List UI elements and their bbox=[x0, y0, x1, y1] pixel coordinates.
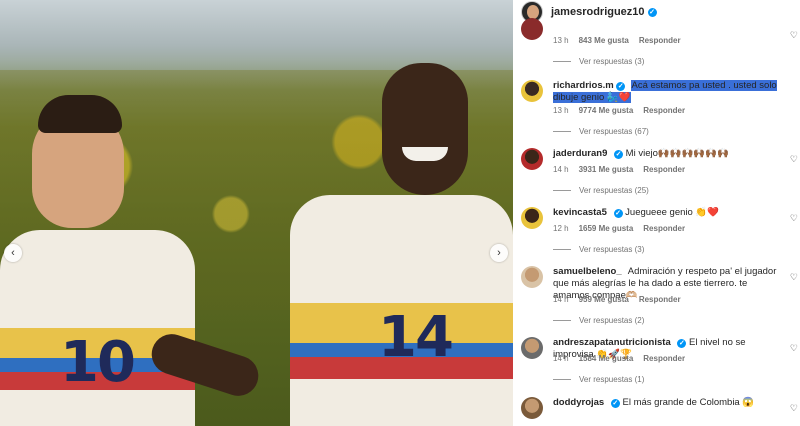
player-right: 14 bbox=[146, 55, 513, 426]
player-right-head bbox=[382, 63, 468, 195]
comment-item: andreszapatanutricionista ✓ El nivel no … bbox=[513, 337, 800, 387]
heart-icon[interactable]: ♡ bbox=[790, 272, 798, 283]
comment-avatar[interactable] bbox=[521, 80, 543, 102]
comment-meta: 14 h 3931 Me gusta Responder bbox=[553, 165, 686, 174]
comment-likes[interactable]: 3931 Me gusta bbox=[579, 165, 634, 174]
comment-avatar[interactable] bbox=[521, 266, 543, 288]
comment-meta: 12 h 1659 Me gusta Responder bbox=[553, 224, 686, 233]
comment-avatar[interactable] bbox=[521, 207, 543, 229]
comment-item: samuelbeleno_ Admiración y respeto pa' e… bbox=[513, 266, 800, 332]
comment-avatar[interactable] bbox=[521, 18, 543, 40]
player-right-smile bbox=[402, 147, 448, 161]
reply-button[interactable]: Responder bbox=[643, 224, 685, 233]
comment-item: jaderduran9 ✓ Mi viejo🙌🏾🙌🏾🙌🏾🙌🏾🙌🏾🙌🏾 14 h … bbox=[513, 148, 800, 198]
comment-username[interactable]: kevincasta5 bbox=[553, 207, 607, 218]
verified-badge-icon: ✓ bbox=[616, 82, 626, 91]
reply-button[interactable]: Responder bbox=[639, 36, 681, 45]
comment-text: Mi viejo🙌🏾🙌🏾🙌🏾🙌🏾🙌🏾🙌🏾 bbox=[625, 148, 729, 159]
verified-badge-icon: ✓ bbox=[614, 150, 624, 159]
verified-badge-icon: ✓ bbox=[613, 209, 623, 218]
heart-icon[interactable]: ♡ bbox=[790, 154, 798, 165]
reply-button[interactable]: Responder bbox=[639, 295, 681, 304]
author-username[interactable]: jamesrodriguez10 ✓ bbox=[551, 6, 657, 18]
post-header: jamesrodriguez10 ✓ bbox=[513, 0, 800, 24]
view-replies-button[interactable]: Ver respuestas (3) bbox=[553, 245, 644, 254]
comment-meta: 14 h 959 Me gusta Responder bbox=[553, 295, 681, 304]
view-replies-button[interactable]: Ver respuestas (67) bbox=[553, 127, 649, 136]
comment-item: kevincasta5 ✓ Juegueee genio 👏❤️ 12 h 16… bbox=[513, 207, 800, 257]
comment-avatar[interactable] bbox=[521, 397, 543, 419]
heart-icon[interactable]: ♡ bbox=[790, 343, 798, 354]
comment-likes[interactable]: 9774 Me gusta bbox=[579, 106, 634, 115]
carousel-prev-button[interactable]: ‹ bbox=[4, 244, 22, 262]
verified-badge-icon: ✓ bbox=[677, 339, 687, 348]
player-right-shirt: 14 bbox=[290, 195, 513, 426]
carousel-next-button[interactable]: › bbox=[490, 244, 508, 262]
heart-icon[interactable]: ♡ bbox=[790, 403, 798, 414]
view-replies-button[interactable]: Ver respuestas (25) bbox=[553, 186, 649, 195]
heart-icon[interactable]: ♡ bbox=[790, 30, 798, 41]
chevron-right-icon: › bbox=[497, 247, 501, 259]
jersey-number-left: 10 bbox=[60, 330, 136, 395]
comment-text: Juegueee genio 👏❤️ bbox=[625, 207, 720, 218]
comment-likes[interactable]: 843 Me gusta bbox=[579, 36, 629, 45]
comment-username[interactable]: jaderduran9 bbox=[553, 148, 607, 159]
comment-meta: 13 h 843 Me gusta Responder bbox=[553, 36, 681, 45]
view-replies-button[interactable]: Ver respuestas (1) bbox=[553, 375, 644, 384]
view-replies-button[interactable]: Ver respuestas (3) bbox=[553, 57, 644, 66]
post-photo: 10 14 ‹ › bbox=[0, 0, 513, 426]
comment-username[interactable]: richardrios.m ✓ bbox=[553, 80, 626, 91]
comment-item: doddyrojas ✓ El más grande de Colombia 😱… bbox=[513, 397, 800, 426]
comment-meta: 13 h 9774 Me gusta Responder bbox=[553, 106, 686, 115]
comment-text: El más grande de Colombia 😱 bbox=[622, 397, 755, 408]
comment-likes[interactable]: 959 Me gusta bbox=[579, 295, 629, 304]
comments-pane: jamesrodriguez10 ✓ 13 h 843 Me gusta Res… bbox=[513, 0, 800, 426]
comment-username[interactable]: andreszapatanutricionista bbox=[553, 337, 671, 348]
chevron-left-icon: ‹ bbox=[11, 247, 15, 259]
jersey-number-right: 14 bbox=[378, 305, 454, 370]
verified-badge-icon: ✓ bbox=[610, 399, 620, 408]
comment-username[interactable]: doddyrojas bbox=[553, 397, 604, 408]
comment-item: richardrios.m ✓ Acá estamos pa usted . u… bbox=[513, 80, 800, 140]
reply-button[interactable]: Responder bbox=[643, 165, 685, 174]
view-replies-button[interactable]: Ver respuestas (2) bbox=[553, 316, 644, 325]
verified-badge-icon: ✓ bbox=[647, 7, 657, 17]
comment-meta: 14 h 1584 Me gusta Responder bbox=[553, 354, 686, 363]
comment-likes[interactable]: 1584 Me gusta bbox=[579, 354, 634, 363]
reply-button[interactable]: Responder bbox=[643, 106, 685, 115]
comment-avatar[interactable] bbox=[521, 337, 543, 359]
player-left-hair bbox=[38, 95, 122, 133]
heart-icon[interactable]: ♡ bbox=[790, 213, 798, 224]
comment-item: 13 h 843 Me gusta Responder Ver respuest… bbox=[513, 18, 800, 70]
comment-username[interactable]: samuelbeleno_ bbox=[553, 266, 622, 277]
player-left: 10 bbox=[0, 90, 200, 426]
player-left-shirt: 10 bbox=[0, 230, 195, 426]
reply-button[interactable]: Responder bbox=[643, 354, 685, 363]
comment-avatar[interactable] bbox=[521, 148, 543, 170]
comment-likes[interactable]: 1659 Me gusta bbox=[579, 224, 634, 233]
